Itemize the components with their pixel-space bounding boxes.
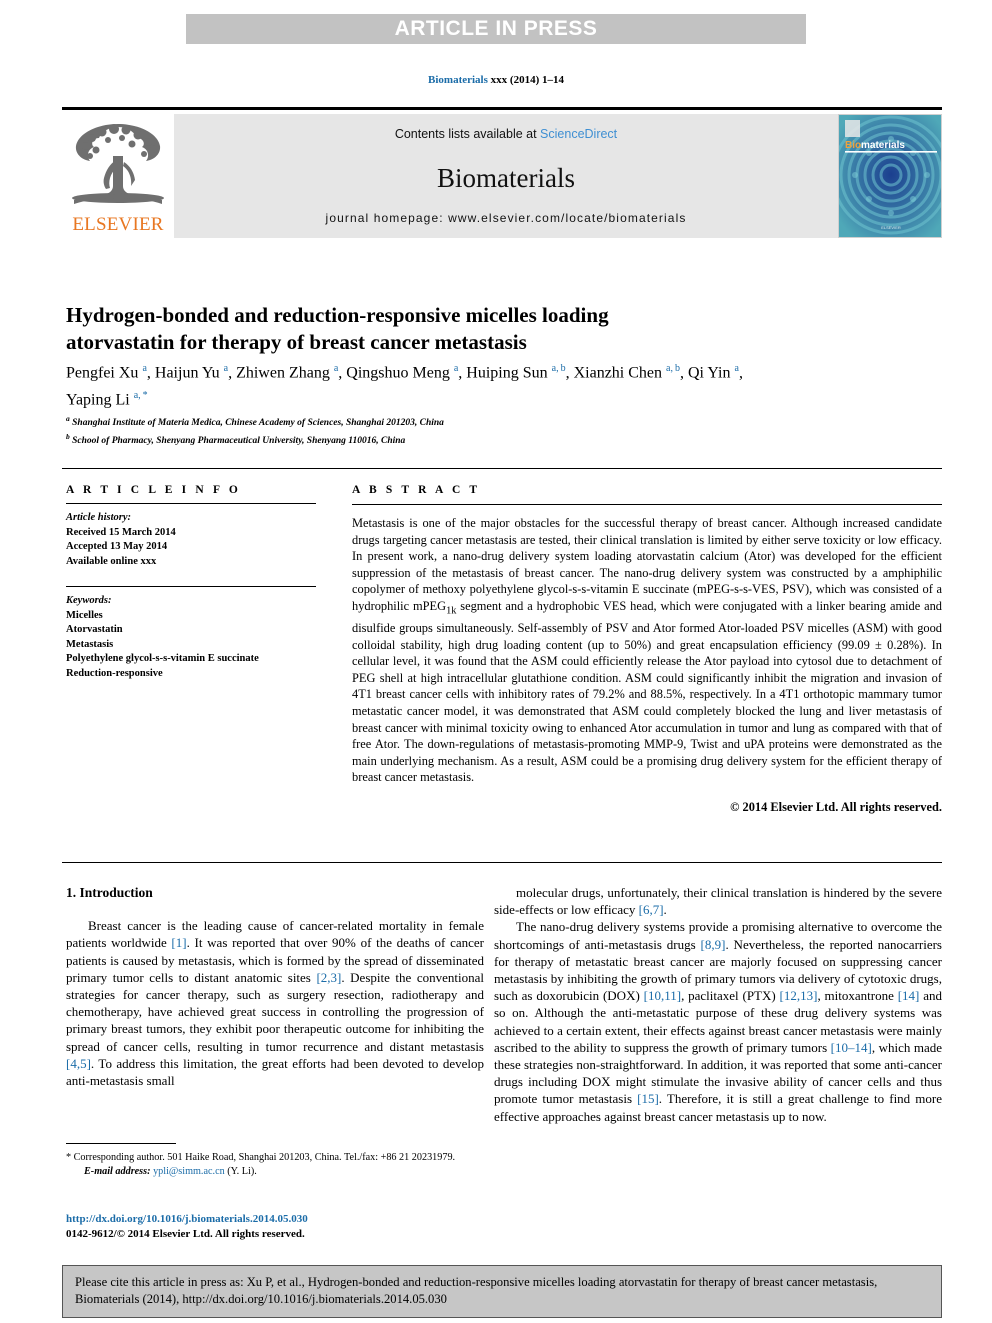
journal-reference-name: Biomaterials (428, 74, 488, 86)
elsevier-tree-icon (72, 124, 164, 204)
info-section-bottom-rule (62, 862, 942, 863)
article-in-press-label: ARTICLE IN PRESS (394, 17, 598, 40)
info-section-top-rule (62, 468, 942, 469)
cover-artwork: Bio materials ELSEVIER (839, 115, 941, 237)
affiliation-marker-a: a (66, 414, 70, 423)
journal-masthead: ELSEVIER Contents lists available at Sci… (62, 107, 942, 238)
journal-title: Biomaterials (437, 163, 575, 193)
affiliation-list: a Shanghai Institute of Materia Medica, … (66, 412, 686, 448)
introduction-paragraph: Breast cancer is the leading cause of ca… (66, 918, 485, 1089)
svg-text:Bio: Bio (845, 140, 861, 151)
article-info-heading: A R T I C L E I N F O (66, 484, 241, 496)
keyword-item: Atorvastatin (66, 624, 123, 635)
email-address-link[interactable]: ypli@simm.ac.cn (153, 1166, 225, 1177)
affiliation-marker-b: b (66, 432, 70, 442)
keyword-item: Micelles (66, 609, 103, 621)
cite-this-article-box: Please cite this article in press as: Xu… (62, 1265, 942, 1318)
affiliation-b: b School of Pharmacy, Shenyang Pharmaceu… (66, 430, 686, 448)
journal-homepage-line[interactable]: journal homepage: www.elsevier.com/locat… (174, 211, 838, 225)
contents-list-line: Contents lists available at ScienceDirec… (395, 127, 617, 141)
elsevier-logo: ELSEVIER (62, 114, 174, 238)
abstract-text: Metastasis is one of the major obstacles… (352, 516, 942, 785)
abstract-heading: A B S T R A C T (352, 484, 481, 496)
journal-reference-volume: xxx (2014) 1–14 (487, 74, 564, 86)
contents-list-prefix: Contents lists available at (394, 127, 541, 141)
doi-link[interactable]: http://dx.doi.org/10.1016/j.biomaterials… (66, 1212, 496, 1227)
keyword-item: Reduction-responsive (66, 667, 163, 679)
footnote-separator (66, 1143, 176, 1144)
introduction-left-column: 1. Introduction Breast cancer is the lea… (66, 884, 484, 1089)
article-history-online: Available online xxx (66, 555, 157, 567)
journal-reference-line: Biomaterials xxx (2014) 1–14 (0, 74, 992, 86)
article-history-received: Received 15 March 2014 (66, 526, 176, 538)
abstract-column: A B S T R A C T Metastasis is one of the… (352, 484, 942, 815)
article-title: Hydrogen-bonded and reduction-responsive… (66, 303, 609, 355)
author-list: Pengfei Xu a, Haijun Yu a, Zhiwen Zhang … (66, 363, 743, 409)
abstract-copyright: © 2014 Elsevier Ltd. All rights reserved… (730, 799, 942, 814)
article-history-label: Article history: (66, 512, 132, 523)
affiliation-text-a: Shanghai Institute of Materia Medica, Ch… (72, 418, 444, 429)
introduction-paragraph: molecular drugs, unfortunately, their cl… (494, 885, 942, 918)
masthead-center: Contents lists available at ScienceDirec… (174, 114, 838, 238)
keywords-block: Keywords: Micelles Atorvastatin Metastas… (66, 594, 316, 681)
abstract-rule (352, 504, 942, 505)
svg-text:ELSEVIER: ELSEVIER (881, 225, 901, 230)
keyword-item: Metastasis (66, 638, 114, 650)
email-address-suffix: (Y. Li). (224, 1165, 257, 1177)
introduction-paragraph: The nano-drug delivery systems provide a… (494, 919, 943, 1124)
journal-cover-thumbnail: Bio materials ELSEVIER (838, 114, 942, 238)
keywords-label: Keywords: (66, 595, 112, 606)
affiliation-a: a Shanghai Institute of Materia Medica, … (66, 412, 686, 430)
keyword-item: Polyethylene glycol-s-s-vitamin E succin… (66, 653, 259, 664)
affiliation-text-b: School of Pharmacy, Shenyang Pharmaceuti… (72, 436, 406, 447)
email-address-label: E-mail address: (84, 1165, 151, 1177)
issn-copyright-line: 0142-9612/© 2014 Elsevier Ltd. All right… (66, 1227, 305, 1240)
article-info-rule (66, 503, 316, 504)
keywords-rule (66, 586, 316, 587)
corresponding-author-note: * Corresponding author. 501 Haike Road, … (66, 1152, 456, 1163)
introduction-heading: 1. Introduction (66, 885, 153, 900)
elsevier-wordmark: ELSEVIER (72, 214, 164, 235)
article-info-column: A R T I C L E I N F O Article history: R… (66, 484, 316, 681)
footnote-block: * Corresponding author. 501 Haike Road, … (66, 1151, 484, 1178)
cite-this-article-text: Please cite this article in press as: Xu… (75, 1275, 878, 1306)
article-in-press-banner: ARTICLE IN PRESS (186, 14, 806, 44)
article-history-accepted: Accepted 13 May 2014 (66, 541, 168, 552)
doi-block: http://dx.doi.org/10.1016/j.biomaterials… (66, 1212, 496, 1241)
introduction-right-column: molecular drugs, unfortunately, their cl… (494, 884, 942, 1125)
svg-text:materials: materials (861, 140, 905, 151)
sciencedirect-link[interactable]: ScienceDirect (540, 127, 617, 141)
article-history-block: Article history: Received 15 March 2014 … (66, 511, 316, 569)
email-note: E-mail address: ypli@simm.ac.cn (Y. Li). (66, 1165, 484, 1179)
